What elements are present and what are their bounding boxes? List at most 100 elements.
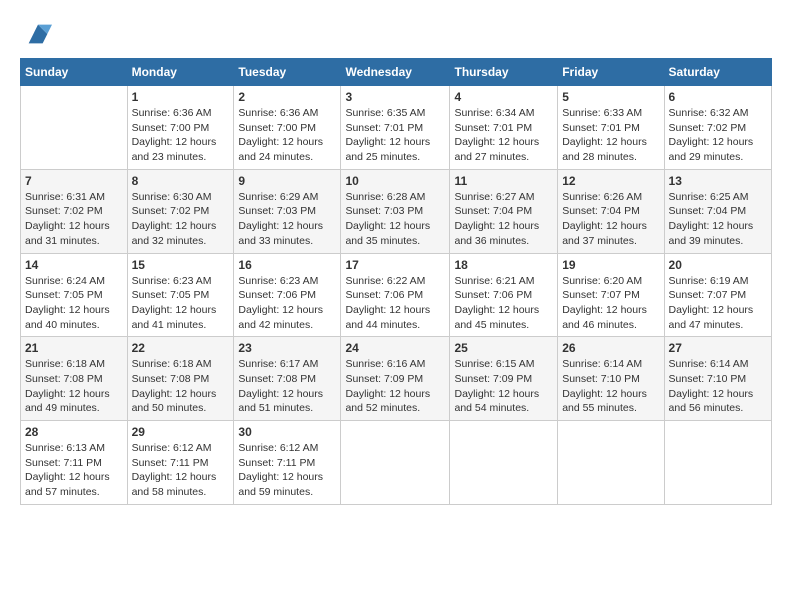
day-number: 18 (454, 258, 553, 272)
day-info: Sunrise: 6:14 AMSunset: 7:10 PMDaylight:… (669, 357, 767, 416)
day-number: 30 (238, 425, 336, 439)
day-number: 13 (669, 174, 767, 188)
day-info: Sunrise: 6:17 AMSunset: 7:08 PMDaylight:… (238, 357, 336, 416)
calendar-cell: 29 Sunrise: 6:12 AMSunset: 7:11 PMDayligh… (127, 421, 234, 505)
calendar-week-row: 7Sunrise: 6:31 AMSunset: 7:02 PMDaylight… (21, 169, 772, 253)
weekday-header: Saturday (664, 59, 771, 86)
day-info: Sunrise: 6:30 AMSunset: 7:02 PMDaylight:… (132, 190, 230, 249)
calendar-table: SundayMondayTuesdayWednesdayThursdayFrid… (20, 58, 772, 505)
day-info: Sunrise: 6:23 AMSunset: 7:05 PMDaylight:… (132, 274, 230, 333)
day-info: Sunrise: 6:21 AMSunset: 7:06 PMDaylight:… (454, 274, 553, 333)
calendar-cell: 25 Sunrise: 6:15 AMSunset: 7:09 PMDayligh… (450, 337, 558, 421)
calendar-cell: 7Sunrise: 6:31 AMSunset: 7:02 PMDaylight… (21, 169, 128, 253)
day-number: 15 (132, 258, 230, 272)
day-number: 8 (132, 174, 230, 188)
day-number: 9 (238, 174, 336, 188)
calendar-cell: 9 Sunrise: 6:29 AMSunset: 7:03 PMDaylight… (234, 169, 341, 253)
logo (20, 20, 52, 48)
day-number: 16 (238, 258, 336, 272)
day-info: Sunrise: 6:33 AMSunset: 7:01 PMDaylight:… (562, 106, 659, 165)
calendar-cell (450, 421, 558, 505)
day-info: Sunrise: 6:12 AMSunset: 7:11 PMDaylight:… (132, 441, 230, 500)
calendar-cell: 30 Sunrise: 6:12 AMSunset: 7:11 PMDayligh… (234, 421, 341, 505)
calendar-week-row: 21 Sunrise: 6:18 AMSunset: 7:08 PMDayligh… (21, 337, 772, 421)
day-info: Sunrise: 6:28 AMSunset: 7:03 PMDaylight:… (345, 190, 445, 249)
day-number: 3 (345, 90, 445, 104)
calendar-week-row: 28 Sunrise: 6:13 AMSunset: 7:11 PMDayligh… (21, 421, 772, 505)
day-info: Sunrise: 6:29 AMSunset: 7:03 PMDaylight:… (238, 190, 336, 249)
day-number: 23 (238, 341, 336, 355)
day-number: 26 (562, 341, 659, 355)
day-info: Sunrise: 6:36 AMSunset: 7:00 PMDaylight:… (238, 106, 336, 165)
calendar-cell: 17Sunrise: 6:22 AMSunset: 7:06 PMDayligh… (341, 253, 450, 337)
day-info: Sunrise: 6:35 AMSunset: 7:01 PMDaylight:… (345, 106, 445, 165)
calendar-cell: 23 Sunrise: 6:17 AMSunset: 7:08 PMDayligh… (234, 337, 341, 421)
calendar-cell: 10 Sunrise: 6:28 AMSunset: 7:03 PMDayligh… (341, 169, 450, 253)
day-info: Sunrise: 6:36 AMSunset: 7:00 PMDaylight:… (132, 106, 230, 165)
day-number: 20 (669, 258, 767, 272)
calendar-week-row: 14 Sunrise: 6:24 AMSunset: 7:05 PMDayligh… (21, 253, 772, 337)
calendar-cell: 8 Sunrise: 6:30 AMSunset: 7:02 PMDaylight… (127, 169, 234, 253)
calendar-cell: 27 Sunrise: 6:14 AMSunset: 7:10 PMDayligh… (664, 337, 771, 421)
calendar-week-row: 1 Sunrise: 6:36 AMSunset: 7:00 PMDaylight… (21, 86, 772, 170)
weekday-header: Sunday (21, 59, 128, 86)
day-number: 28 (25, 425, 123, 439)
day-info: Sunrise: 6:34 AMSunset: 7:01 PMDaylight:… (454, 106, 553, 165)
day-number: 12 (562, 174, 659, 188)
day-number: 22 (132, 341, 230, 355)
day-number: 10 (345, 174, 445, 188)
weekday-header: Tuesday (234, 59, 341, 86)
day-info: Sunrise: 6:25 AMSunset: 7:04 PMDaylight:… (669, 190, 767, 249)
day-number: 6 (669, 90, 767, 104)
weekday-header: Wednesday (341, 59, 450, 86)
calendar-cell: 24 Sunrise: 6:16 AMSunset: 7:09 PMDayligh… (341, 337, 450, 421)
day-info: Sunrise: 6:24 AMSunset: 7:05 PMDaylight:… (25, 274, 123, 333)
calendar-cell: 2 Sunrise: 6:36 AMSunset: 7:00 PMDaylight… (234, 86, 341, 170)
day-number: 17 (345, 258, 445, 272)
calendar-cell (21, 86, 128, 170)
day-number: 29 (132, 425, 230, 439)
day-number: 21 (25, 341, 123, 355)
calendar-cell: 26 Sunrise: 6:14 AMSunset: 7:10 PMDayligh… (558, 337, 664, 421)
day-info: Sunrise: 6:23 AMSunset: 7:06 PMDaylight:… (238, 274, 336, 333)
day-number: 2 (238, 90, 336, 104)
weekday-header-row: SundayMondayTuesdayWednesdayThursdayFrid… (21, 59, 772, 86)
day-number: 27 (669, 341, 767, 355)
weekday-header: Thursday (450, 59, 558, 86)
weekday-header: Friday (558, 59, 664, 86)
day-number: 25 (454, 341, 553, 355)
calendar-cell (341, 421, 450, 505)
page-header (20, 20, 772, 48)
day-number: 1 (132, 90, 230, 104)
day-info: Sunrise: 6:12 AMSunset: 7:11 PMDaylight:… (238, 441, 336, 500)
day-number: 4 (454, 90, 553, 104)
day-info: Sunrise: 6:16 AMSunset: 7:09 PMDaylight:… (345, 357, 445, 416)
calendar-cell: 19Sunrise: 6:20 AMSunset: 7:07 PMDayligh… (558, 253, 664, 337)
day-info: Sunrise: 6:18 AMSunset: 7:08 PMDaylight:… (132, 357, 230, 416)
day-number: 19 (562, 258, 659, 272)
day-info: Sunrise: 6:27 AMSunset: 7:04 PMDaylight:… (454, 190, 553, 249)
calendar-cell: 16 Sunrise: 6:23 AMSunset: 7:06 PMDayligh… (234, 253, 341, 337)
day-info: Sunrise: 6:32 AMSunset: 7:02 PMDaylight:… (669, 106, 767, 165)
calendar-cell: 14 Sunrise: 6:24 AMSunset: 7:05 PMDayligh… (21, 253, 128, 337)
day-info: Sunrise: 6:14 AMSunset: 7:10 PMDaylight:… (562, 357, 659, 416)
day-info: Sunrise: 6:13 AMSunset: 7:11 PMDaylight:… (25, 441, 123, 500)
calendar-cell: 28 Sunrise: 6:13 AMSunset: 7:11 PMDayligh… (21, 421, 128, 505)
day-number: 14 (25, 258, 123, 272)
calendar-cell: 1 Sunrise: 6:36 AMSunset: 7:00 PMDaylight… (127, 86, 234, 170)
day-number: 5 (562, 90, 659, 104)
day-info: Sunrise: 6:15 AMSunset: 7:09 PMDaylight:… (454, 357, 553, 416)
calendar-cell: 3 Sunrise: 6:35 AMSunset: 7:01 PMDaylight… (341, 86, 450, 170)
calendar-cell: 6 Sunrise: 6:32 AMSunset: 7:02 PMDaylight… (664, 86, 771, 170)
calendar-cell: 22 Sunrise: 6:18 AMSunset: 7:08 PMDayligh… (127, 337, 234, 421)
day-info: Sunrise: 6:31 AMSunset: 7:02 PMDaylight:… (25, 190, 123, 249)
day-number: 24 (345, 341, 445, 355)
calendar-cell: 4 Sunrise: 6:34 AMSunset: 7:01 PMDaylight… (450, 86, 558, 170)
weekday-header: Monday (127, 59, 234, 86)
calendar-cell: 21 Sunrise: 6:18 AMSunset: 7:08 PMDayligh… (21, 337, 128, 421)
day-info: Sunrise: 6:18 AMSunset: 7:08 PMDaylight:… (25, 357, 123, 416)
logo-icon (24, 20, 52, 48)
calendar-cell: 18 Sunrise: 6:21 AMSunset: 7:06 PMDayligh… (450, 253, 558, 337)
calendar-cell: 15 Sunrise: 6:23 AMSunset: 7:05 PMDayligh… (127, 253, 234, 337)
calendar-cell (558, 421, 664, 505)
